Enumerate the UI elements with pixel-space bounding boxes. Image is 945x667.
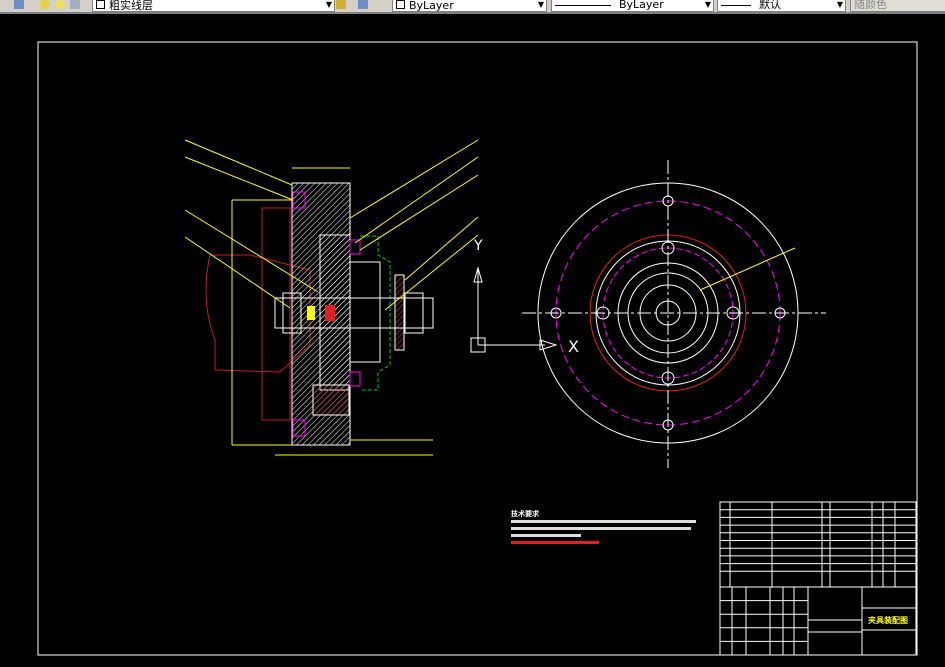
drawing-title: 夹具装配图 bbox=[868, 615, 908, 625]
color-dropdown[interactable]: ByLayer ▼ bbox=[392, 0, 547, 12]
properties-toolbar: 粗实线层 ▼ ByLayer ▼ ByLayer ▼ 默认 ▼ 随颜色 bbox=[0, 0, 945, 14]
end-view bbox=[522, 160, 826, 468]
x-axis-label: X bbox=[568, 337, 579, 356]
linetype-value: ByLayer bbox=[619, 0, 664, 11]
chevron-down-icon: ▼ bbox=[325, 0, 332, 9]
make-current-layer-icon[interactable] bbox=[336, 0, 346, 9]
lineweight-dropdown[interactable]: 默认 ▼ bbox=[717, 0, 846, 12]
tech-heading: 技术要求 bbox=[511, 509, 540, 518]
layer-lock-icon[interactable] bbox=[70, 0, 80, 9]
drawing-border bbox=[37, 41, 918, 656]
y-axis-label: Y bbox=[473, 238, 483, 254]
technical-requirements: 技术要求 bbox=[511, 509, 696, 544]
chevron-down-icon: ▼ bbox=[704, 0, 711, 9]
layer-manager-icon[interactable] bbox=[14, 0, 24, 9]
layer-dropdown[interactable]: 粗实线层 ▼ bbox=[92, 0, 335, 12]
layer-previous-icon[interactable] bbox=[358, 0, 368, 9]
plotstyle-value: 随颜色 bbox=[854, 0, 887, 11]
linetype-dropdown[interactable]: ByLayer ▼ bbox=[551, 0, 714, 12]
layer-on-icon[interactable] bbox=[40, 0, 50, 9]
lineweight-value: 默认 bbox=[759, 0, 781, 11]
title-block: 夹具装配图 bbox=[719, 501, 917, 656]
layer-name: 粗实线层 bbox=[109, 0, 153, 12]
ucs-icon: Y X bbox=[470, 238, 579, 356]
section-view bbox=[184, 139, 479, 456]
color-value: ByLayer bbox=[409, 0, 454, 12]
layer-freeze-icon[interactable] bbox=[55, 0, 65, 9]
chevron-down-icon: ▼ bbox=[836, 0, 843, 9]
drawing-canvas[interactable]: Y X 技术要求 夹具装配图 bbox=[0, 14, 945, 667]
plotstyle-dropdown: 随颜色 bbox=[850, 0, 945, 12]
chevron-down-icon: ▼ bbox=[537, 0, 544, 9]
